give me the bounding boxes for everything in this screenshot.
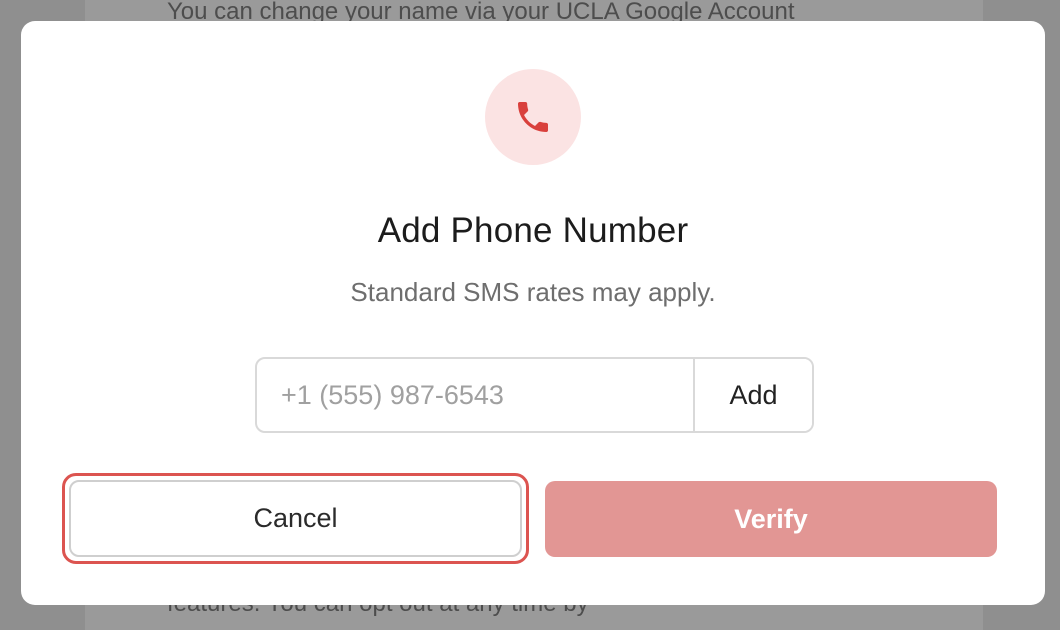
phone-input-group: Add — [255, 357, 814, 433]
phone-icon — [518, 102, 548, 132]
add-phone-dialog: Add Phone Number Standard SMS rates may … — [21, 21, 1045, 605]
cancel-button[interactable]: Cancel — [69, 480, 522, 557]
phone-number-input[interactable] — [257, 359, 693, 431]
phone-icon-badge — [485, 69, 581, 165]
dialog-title: Add Phone Number — [377, 211, 689, 250]
verify-button[interactable]: Verify — [545, 481, 997, 557]
dialog-subtitle: Standard SMS rates may apply. — [350, 277, 716, 307]
add-button[interactable]: Add — [693, 359, 812, 431]
